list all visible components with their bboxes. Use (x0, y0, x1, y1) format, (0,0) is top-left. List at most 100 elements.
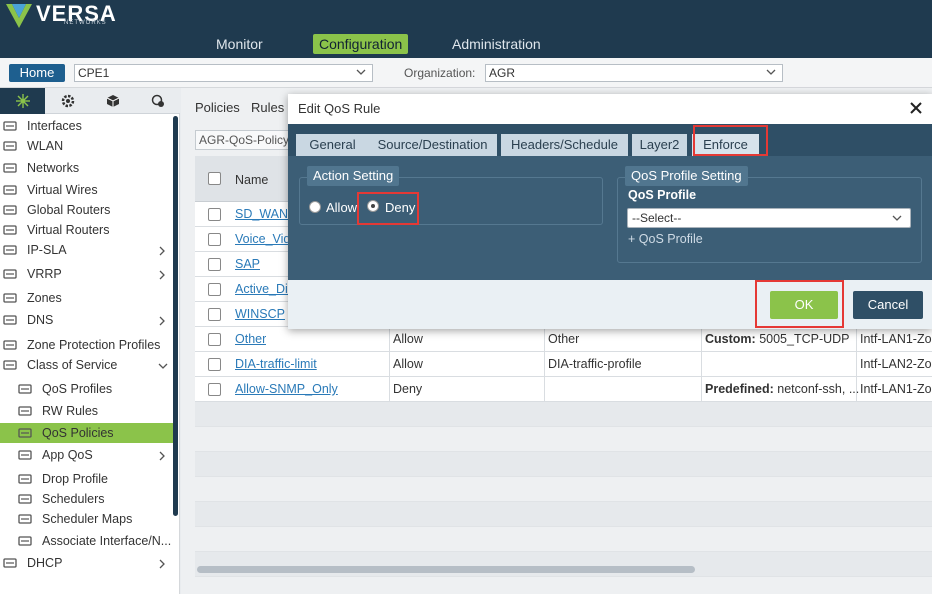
sidebar-item-global-routers[interactable]: Global Routers (0, 200, 174, 220)
services-icon (151, 94, 164, 107)
tab-headers-schedule[interactable]: Headers/Schedule (501, 134, 628, 156)
sidebar-item-dns[interactable]: DNS (0, 310, 174, 330)
sidebar-item-label: Zone Protection Profiles (27, 338, 161, 352)
ok-button[interactable]: OK (770, 291, 838, 319)
sidebar-item-wlan[interactable]: WLAN (0, 136, 174, 156)
qos-profiles-icon (18, 383, 32, 395)
sidebar-item-label: Class of Service (27, 358, 118, 372)
tab-layer2[interactable]: Layer2 (632, 134, 687, 156)
tab-general[interactable]: General (296, 134, 369, 156)
table-row[interactable]: Other Allow Other Custom: 5005_TCP-UDP Intf-… (195, 327, 932, 352)
device-select[interactable]: CPE1 (74, 64, 373, 82)
drop-profile-icon (18, 473, 32, 485)
sidebar-item-vrrp[interactable]: VRRP (0, 264, 174, 284)
nav-configuration[interactable]: Configuration (313, 34, 409, 54)
row-checkbox[interactable] (208, 283, 221, 296)
sidebar-item-qos-policies[interactable]: QoS Policies (0, 423, 174, 443)
tab-source-destination[interactable]: Source/Destination (368, 134, 497, 156)
sidebar-item-scheduler-maps[interactable]: Scheduler Maps (0, 509, 174, 529)
chevron-right-icon (158, 245, 166, 256)
zones-icon (3, 292, 17, 304)
column-divider (389, 377, 390, 402)
table-row[interactable]: Allow-SNMP_Only Deny Predefined: netconf-s… (195, 377, 932, 402)
sidebar-item-drop-profile[interactable]: Drop Profile (0, 469, 174, 489)
row-checkbox[interactable] (208, 333, 221, 346)
sidebar-tab-objects[interactable] (90, 88, 135, 114)
chevron-down-icon (892, 215, 902, 221)
rule-action: Deny (393, 382, 423, 396)
cube-icon (106, 95, 119, 107)
column-divider (544, 352, 545, 377)
sidebar-item-networks[interactable]: Networks (0, 158, 174, 178)
sidebar-item-virtual-routers[interactable]: Virtual Routers (0, 220, 174, 240)
policy-select[interactable]: AGR-QoS-Policy (195, 130, 295, 150)
table-row[interactable]: DIA-traffic-limit Allow DIA-traffic-profil… (195, 352, 932, 377)
tab-enforce[interactable]: Enforce (692, 134, 759, 156)
qos-profile-select-value: --Select-- (632, 211, 682, 225)
sidebar-item-schedulers[interactable]: Schedulers (0, 489, 174, 509)
sidebar-item-rw-rules[interactable]: RW Rules (0, 401, 174, 421)
row-checkbox[interactable] (208, 308, 221, 321)
add-qos-profile-link[interactable]: + QoS Profile (628, 232, 703, 246)
organization-select[interactable]: AGR (485, 64, 783, 82)
sidebar-item-label: QoS Profiles (42, 382, 113, 396)
tab-rules[interactable]: Rules (251, 100, 284, 115)
sidebar-scrollbar[interactable] (173, 116, 178, 516)
cos-icon (3, 359, 17, 371)
rule-name-link[interactable]: WINSCP (235, 302, 285, 327)
rule-action: Allow (393, 357, 423, 371)
sidebar-item-dhcp[interactable]: DHCP (0, 553, 174, 573)
sidebar-item-ip-sla[interactable]: IP-SLA (0, 240, 174, 260)
deny-radio-label[interactable]: Deny (385, 200, 415, 215)
row-checkbox[interactable] (208, 358, 221, 371)
sidebar-item-associate-interface-n[interactable]: Associate Interface/N... (0, 531, 174, 551)
sidebar-item-zone-protection-profiles[interactable]: Zone Protection Profiles (0, 335, 174, 355)
home-button[interactable]: Home (9, 64, 65, 82)
empty-row (195, 477, 932, 502)
sidebar-item-virtual-wires[interactable]: Virtual Wires (0, 180, 174, 200)
tab-policies[interactable]: Policies (195, 100, 240, 115)
deny-radio[interactable] (367, 200, 379, 212)
column-divider (701, 352, 702, 377)
qos-profile-label: QoS Profile (628, 188, 697, 202)
rule-name-link[interactable]: SAP (235, 252, 260, 277)
rule-zone: Intf-LAN1-Zo (860, 332, 932, 346)
sidebar: Interfaces WLAN Networks Virtual Wires Globa… (0, 88, 180, 594)
rw-rules-icon (18, 405, 32, 417)
select-all-checkbox[interactable] (208, 172, 221, 185)
sidebar-item-qos-profiles[interactable]: QoS Profiles (0, 379, 174, 399)
horizontal-scrollbar[interactable] (197, 566, 695, 573)
cancel-button[interactable]: Cancel (853, 291, 923, 319)
row-checkbox[interactable] (208, 233, 221, 246)
sidebar-tab-services[interactable] (135, 88, 180, 114)
rule-name-link[interactable]: Other (235, 327, 266, 352)
chevron-down-icon (158, 360, 168, 370)
row-checkbox[interactable] (208, 258, 221, 271)
networks-icon (3, 162, 17, 174)
row-checkbox[interactable] (208, 208, 221, 221)
sidebar-item-label: DHCP (27, 556, 63, 570)
rule-name-link[interactable]: DIA-traffic-limit (235, 352, 317, 377)
sidebar-tab-network[interactable] (0, 88, 45, 114)
qos-profile-select[interactable]: --Select-- (627, 208, 911, 228)
rule-name-link[interactable]: Allow-SNMP_Only (235, 377, 338, 402)
close-icon[interactable] (910, 102, 922, 114)
sidebar-item-zones[interactable]: Zones (0, 288, 174, 308)
nav-administration[interactable]: Administration (446, 34, 547, 54)
sidebar-item-class-of-service[interactable]: Class of Service (0, 355, 174, 375)
top-bar: VERSA NETWORKS Monitor Configuration Adm… (0, 0, 932, 58)
row-checkbox[interactable] (208, 383, 221, 396)
allow-radio-label[interactable]: Allow (326, 200, 357, 215)
sidebar-item-label: IP-SLA (27, 243, 67, 257)
sidebar-item-interfaces[interactable]: Interfaces (0, 116, 174, 136)
allow-radio[interactable] (309, 201, 321, 213)
column-divider (544, 327, 545, 352)
nav-monitor[interactable]: Monitor (210, 34, 269, 54)
sidebar-tab-settings[interactable] (45, 88, 90, 114)
sidebar-item-app-qos[interactable]: App QoS (0, 445, 174, 465)
sidebar-item-label: VRRP (27, 267, 62, 281)
column-divider (389, 327, 390, 352)
dns-icon (3, 314, 17, 326)
application-value: netconf-ssh, ... (777, 382, 860, 396)
sidebar-item-label: Zones (27, 291, 62, 305)
